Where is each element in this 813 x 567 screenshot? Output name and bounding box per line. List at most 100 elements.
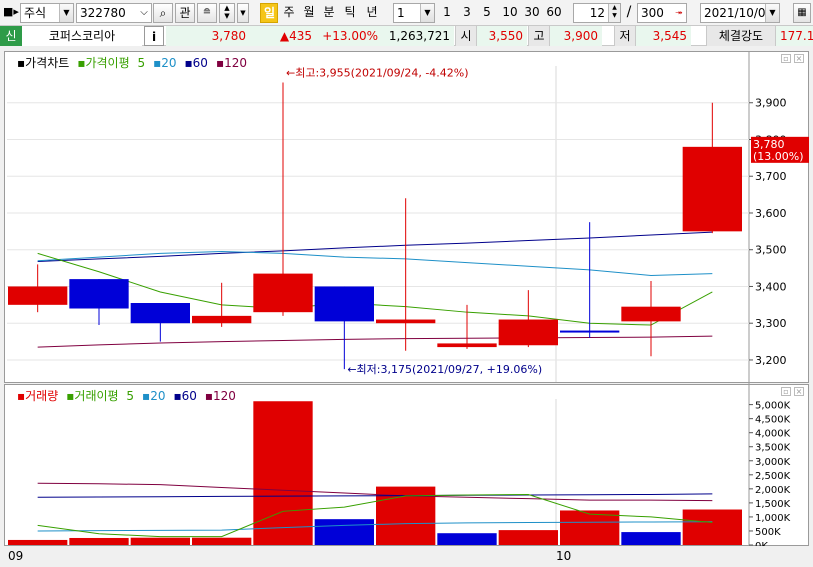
high-price: 3,900 — [550, 26, 602, 46]
open-label-text: 시 — [460, 29, 472, 43]
total-count-value: 300 — [641, 6, 664, 20]
period-day-label: 일 — [264, 6, 276, 20]
count-separator: / — [623, 3, 635, 23]
market-select[interactable]: 주식 ▼ — [20, 3, 74, 23]
candle-body — [682, 146, 742, 232]
candle-body — [376, 319, 436, 324]
price-tick-label: 3,300 — [755, 317, 787, 330]
search-button[interactable]: ⌕ — [153, 3, 173, 23]
period-week-label: 주 — [283, 5, 295, 19]
fold-icon: ⯮ — [675, 8, 683, 18]
vol-tick-label: 4,500K — [755, 415, 791, 426]
calendar-button[interactable]: ▦ — [793, 3, 811, 23]
price-ma120-line — [37, 335, 713, 348]
strength-label: 체결강도 — [706, 26, 776, 46]
period-week-button[interactable]: 주 — [280, 3, 298, 23]
interval-1-button[interactable]: 1 — [440, 3, 454, 23]
interval-30-button[interactable]: 30 — [522, 3, 542, 23]
last-price-tag-percent: (13.00%) — [753, 150, 804, 163]
quote-bar: 신 코퍼스코리아 i 3,780 ▲435 +13.00% 1,263,721 … — [0, 26, 813, 46]
period-month-button[interactable]: 월 — [300, 3, 318, 23]
candle-body — [8, 286, 68, 305]
menu-arrow-icon[interactable]: ■▸ — [3, 3, 19, 23]
stock-info-button[interactable]: i — [144, 26, 164, 46]
volume-bar — [498, 530, 558, 545]
dropdown-button[interactable]: ▼ — [237, 3, 249, 23]
price-tick-label: 3,400 — [755, 280, 787, 293]
interval-30-label: 30 — [524, 5, 540, 19]
count-value: 12 — [589, 6, 605, 20]
max-price-annotation: ←최고:3,955(2021/09/24, -4.42%) — [286, 67, 469, 80]
stock-code-input[interactable]: 322780 ⌵ — [76, 3, 152, 23]
interval-3-button[interactable]: 3 — [460, 3, 474, 23]
candle-body — [130, 303, 190, 324]
price-chart-panel[interactable]: ▪가격차트 ▪가격이평 5 ▪20 ▪60 ▪120 ▫ × 3,200 3,300 3,40… — [4, 51, 809, 384]
vol-tick-label: 500K — [755, 527, 781, 538]
toolbar: ■▸ 주식 ▼ 322780 ⌵ ⌕ 관 ≘ ▲ ▼ ▼ 일 주 월 분 틱 년 … — [0, 0, 813, 26]
volume-bar — [69, 537, 129, 545]
period-tick-button[interactable]: 틱 — [341, 3, 359, 23]
spin-icon: ▲ ▼ — [608, 4, 620, 22]
price-change: ▲435 — [250, 26, 316, 46]
volume-bar — [130, 537, 190, 545]
gwan-button-label: 관 — [179, 6, 191, 20]
price-change-percent-value: +13.00% — [322, 29, 378, 43]
strength-label-text: 체결강도 — [718, 29, 764, 43]
period-year-label: 년 — [366, 5, 378, 19]
period-minute-button[interactable]: 분 — [320, 3, 338, 23]
price-ma60-line — [37, 231, 713, 262]
slash-label: / — [626, 4, 632, 20]
volume-chart-panel[interactable]: ▪거래량 ▪거래이평 5 ▪20 ▪60 ▪120 ▫ × 0K 500K 1,000K 1,5… — [4, 384, 809, 547]
volume-bar — [621, 532, 681, 545]
price-change-value: ▲435 — [279, 29, 312, 43]
vol-tick-label: 1,500K — [755, 499, 791, 510]
stock-name: 코퍼스코리아 — [22, 26, 142, 46]
interval-60-button[interactable]: 60 — [544, 3, 564, 23]
low-label: 저 — [614, 26, 636, 46]
interval-10-button[interactable]: 10 — [500, 3, 520, 23]
vol-tick-label: 3,500K — [755, 443, 791, 454]
new-listing-badge-label: 신 — [5, 29, 17, 43]
spin-icon: ▲ ▼ — [224, 4, 230, 20]
chevron-down-icon: ⌵ — [140, 7, 148, 18]
open-label: 시 — [455, 26, 477, 46]
volume-bar — [314, 519, 374, 545]
current-price-value: 3,780 — [211, 29, 246, 43]
volume-bar — [8, 539, 68, 545]
chevron-down-icon: ▼ — [765, 4, 779, 22]
current-price: 3,780 — [166, 26, 250, 46]
total-count-input[interactable]: 300 ⯮ — [637, 3, 687, 23]
x-axis: 09 10 — [0, 546, 813, 567]
price-tick-label: 3,600 — [755, 207, 787, 220]
candle-body — [253, 273, 313, 313]
price-tick-label: 3,900 — [755, 97, 787, 110]
candle-body — [560, 330, 620, 333]
date-picker[interactable]: 2021/10/06 ▼ — [700, 3, 780, 23]
gwan-button[interactable]: 관 — [175, 3, 195, 23]
price-ma20-line — [37, 251, 713, 276]
price-tick-label: 3,200 — [755, 354, 787, 367]
period-year-button[interactable]: 년 — [363, 3, 381, 23]
new-listing-badge: 신 — [0, 26, 22, 46]
strength-value: 177.1 — [776, 26, 813, 46]
search-icon: ⌕ — [159, 6, 167, 20]
x-label-september: 09 — [8, 549, 24, 563]
interval-5-button[interactable]: 5 — [480, 3, 494, 23]
period-minute-label: 분 — [323, 5, 335, 19]
count-stepper[interactable]: 12 ▲ ▼ — [573, 3, 621, 23]
interval-select[interactable]: 1 ▼ — [393, 3, 435, 23]
high-label: 고 — [528, 26, 550, 46]
x-label-october: 10 — [556, 549, 572, 563]
price-chart: 3,2003,3003,4003,5003,6003,7003,8003,900… — [7, 52, 809, 384]
vol-tick-label: 1,000K — [755, 513, 791, 524]
vol-tick-label: 2,000K — [755, 485, 791, 496]
period-day-button[interactable]: 일 — [260, 3, 278, 23]
vol-tick-label: 5,000K — [755, 401, 791, 412]
date-value: 2021/10/06 — [704, 6, 774, 20]
display-toggle-button[interactable]: ≘ — [197, 3, 217, 23]
up-down-button[interactable]: ▲ ▼ — [219, 3, 235, 23]
price-tick-label: 3,700 — [755, 170, 787, 183]
candle-body — [69, 279, 129, 309]
period-tick-label: 틱 — [344, 5, 356, 19]
vol-tick-label: 2,500K — [755, 471, 791, 482]
